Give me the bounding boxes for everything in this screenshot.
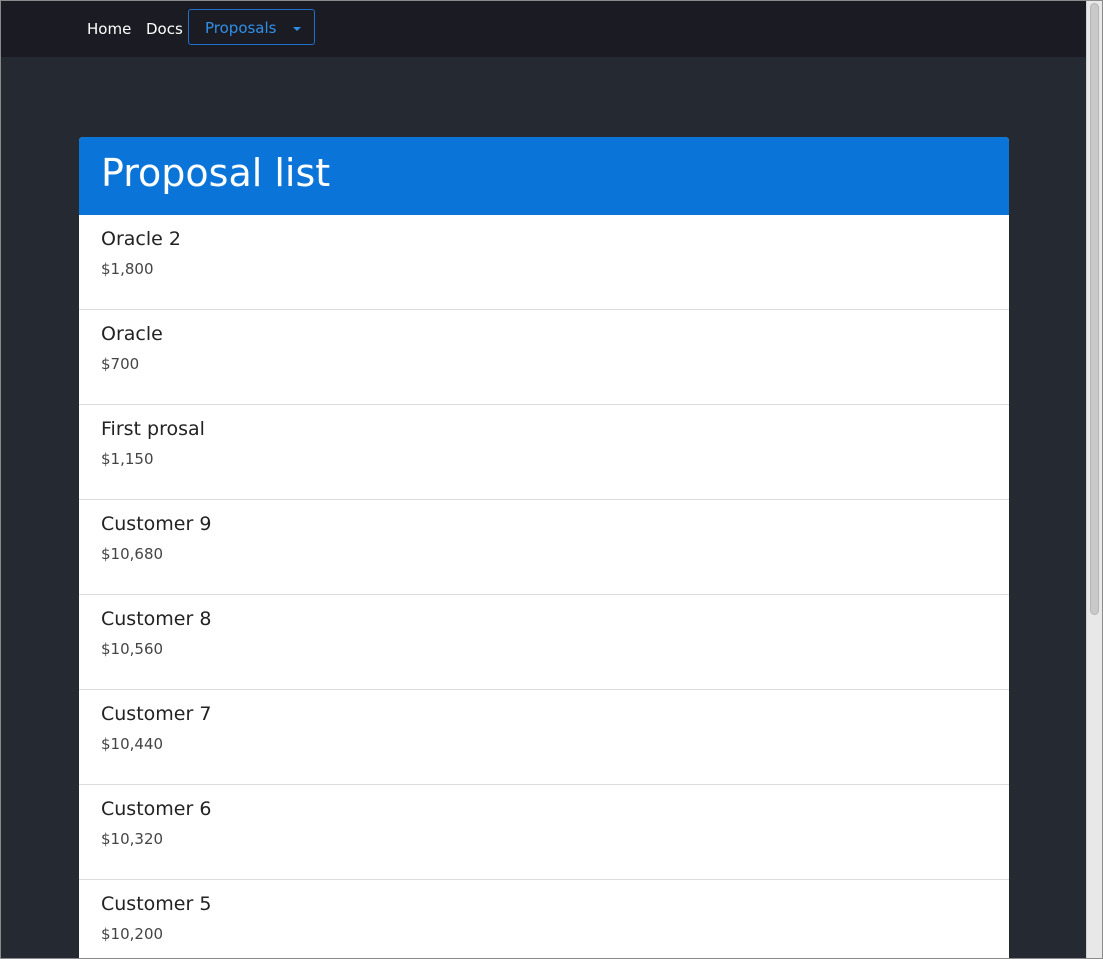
list-item[interactable]: Customer 8 $10,560	[79, 595, 1009, 690]
proposal-list-card: Proposal list Oracle 2 $1,800 Oracle $70…	[79, 137, 1009, 958]
page-title: Proposal list	[101, 151, 331, 195]
proposal-name: First prosal	[101, 418, 205, 440]
list-item[interactable]: Customer 9 $10,680	[79, 500, 1009, 595]
list-item[interactable]: Oracle 2 $1,800	[79, 215, 1009, 310]
proposal-amount: $1,800	[101, 260, 154, 278]
proposal-amount: $10,440	[101, 735, 164, 753]
list-item[interactable]: Customer 5 $10,200	[79, 880, 1009, 958]
vertical-scrollbar[interactable]	[1086, 1, 1102, 958]
list-item[interactable]: Customer 7 $10,440	[79, 690, 1009, 785]
proposal-name: Customer 7	[101, 703, 212, 725]
proposal-name: Customer 6	[101, 798, 212, 820]
proposals-dropdown-button[interactable]: Proposals	[188, 9, 315, 45]
proposal-amount: $10,320	[101, 830, 164, 848]
list-item[interactable]: First prosal $1,150	[79, 405, 1009, 500]
card-header: Proposal list	[79, 137, 1009, 215]
nav-home-link[interactable]: Home	[87, 20, 131, 38]
proposal-name: Customer 8	[101, 608, 212, 630]
nav-docs-link[interactable]: Docs	[146, 20, 183, 38]
proposal-amount: $10,680	[101, 545, 164, 563]
proposal-name: Oracle	[101, 323, 163, 345]
scrollbar-thumb[interactable]	[1090, 3, 1099, 615]
proposal-amount: $700	[101, 355, 140, 373]
proposal-amount: $1,150	[101, 450, 154, 468]
list-item[interactable]: Customer 6 $10,320	[79, 785, 1009, 880]
proposals-dropdown-label: Proposals	[205, 19, 277, 37]
proposal-name: Oracle 2	[101, 228, 181, 250]
browser-viewport: Home Docs Proposals Proposal list Oracle…	[0, 0, 1103, 959]
caret-down-icon	[293, 27, 301, 31]
proposal-amount: $10,200	[101, 925, 164, 943]
proposal-name: Customer 5	[101, 893, 212, 915]
list-item[interactable]: Oracle $700	[79, 310, 1009, 405]
top-navbar: Home Docs Proposals	[1, 1, 1086, 57]
proposal-amount: $10,560	[101, 640, 164, 658]
proposal-list: Oracle 2 $1,800 Oracle $700 First prosal…	[79, 215, 1009, 958]
proposal-name: Customer 9	[101, 513, 212, 535]
